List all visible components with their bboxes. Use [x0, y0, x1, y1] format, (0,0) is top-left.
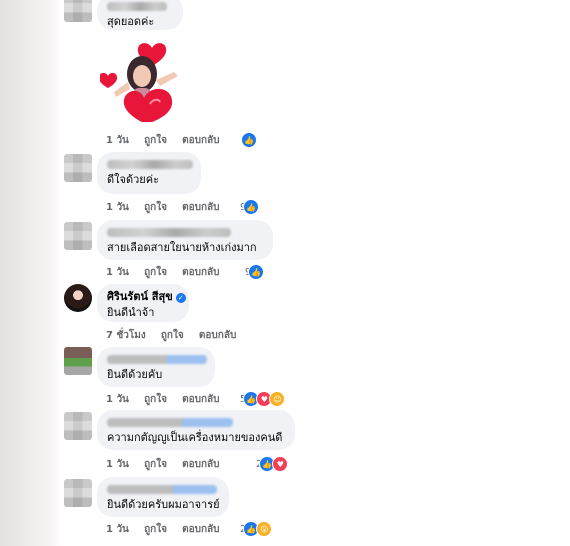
comment-text: ยินดีนำจ้า	[107, 306, 155, 319]
author-name-blurred[interactable]	[107, 485, 217, 494]
wow-reaction-icon: 😮	[256, 521, 273, 537]
reply-link[interactable]: ตอบกลับ	[182, 135, 219, 146]
reaction-summary[interactable]: 👍	[239, 132, 257, 148]
comment-time[interactable]: 1 วัน	[106, 394, 129, 405]
avatar-blurred[interactable]	[64, 479, 92, 507]
reaction-summary[interactable]: 9 👍	[240, 199, 260, 215]
comment-text: ความกตัญญูเป็นเครื่องหมายของคนดี	[107, 431, 283, 444]
comment-time[interactable]: 7 ชั่วโมง	[106, 330, 146, 341]
comment-time[interactable]: 1 วัน	[106, 459, 129, 470]
avatar-blurred[interactable]	[64, 154, 92, 182]
reply-link[interactable]: ตอบกลับ	[182, 459, 219, 470]
avatar-blurred[interactable]	[64, 347, 92, 375]
comment-bubble: ยินดีด้วยคับ	[97, 347, 215, 387]
like-link[interactable]: ถูกใจ	[144, 459, 167, 470]
comment-time[interactable]: 1 วัน	[106, 267, 129, 278]
author-name-blurred[interactable]	[107, 355, 207, 364]
avatar-blurred[interactable]	[64, 222, 92, 250]
comment-text: ดีใจด้วยค่ะ	[107, 173, 159, 186]
haha-reaction-icon: ☺	[269, 391, 286, 407]
avatar-blurred[interactable]	[64, 412, 92, 440]
like-reaction-icon: 👍	[241, 132, 257, 148]
avatar-photo[interactable]	[64, 284, 92, 312]
reaction-summary[interactable]: 2 👍 😮	[240, 521, 273, 537]
like-link[interactable]: ถูกใจ	[144, 394, 167, 405]
reply-link[interactable]: ตอบกลับ	[182, 394, 219, 405]
reply-link[interactable]: ตอบกลับ	[199, 330, 236, 341]
comment-actions: 1 วัน ถูกใจ ตอบกลับ	[106, 200, 232, 215]
love-reaction-icon: ♥	[272, 456, 289, 472]
comment-actions: 1 วัน ถูกใจ ตอบกลับ	[106, 522, 232, 537]
like-link[interactable]: ถูกใจ	[144, 135, 167, 146]
comment-bubble: ดีใจด้วยค่ะ	[97, 152, 201, 194]
like-link[interactable]: ถูกใจ	[144, 267, 167, 278]
comment-time[interactable]: 1 วัน	[106, 524, 129, 535]
comment-text: ยินดีด้วยครับผมอาจารย์	[107, 498, 220, 511]
reaction-summary[interactable]: 5 👍 ♥ ☺	[240, 391, 286, 407]
author-name[interactable]: ศิรินรัตน์ สีสุข	[107, 290, 173, 303]
comment-actions: 7 ชั่วโมง ถูกใจ ตอบกลับ	[106, 328, 248, 343]
comment-text: สุดยอดค่ะ	[107, 15, 155, 28]
like-link[interactable]: ถูกใจ	[144, 524, 167, 535]
like-reaction-icon: 👍	[248, 264, 265, 280]
reply-link[interactable]: ตอบกลับ	[182, 202, 219, 213]
like-link[interactable]: ถูกใจ	[144, 202, 167, 213]
reply-link[interactable]: ตอบกลับ	[182, 267, 219, 278]
reply-link[interactable]: ตอบกลับ	[182, 524, 219, 535]
comment-bubble: ยินดีด้วยครับผมอาจารย์	[97, 477, 229, 517]
comment-actions: 1 วัน ถูกใจ ตอบกลับ	[106, 392, 232, 407]
author-name-blurred[interactable]	[107, 418, 233, 427]
comment-actions: 1 วัน ถูกใจ ตอบกลับ	[106, 133, 232, 148]
author-name-blurred[interactable]	[107, 2, 167, 11]
sticker-girl-hearts	[100, 43, 178, 122]
comment-actions: 1 วัน ถูกใจ ตอบกลับ	[106, 265, 232, 280]
comment-time[interactable]: 1 วัน	[106, 135, 129, 146]
comment-bubble: ศิรินรัตน์ สีสุข ✓ ยินดีนำจ้า	[97, 284, 189, 322]
comment-bubble: สุดยอดค่ะ	[97, 0, 183, 30]
comment-bubble: ความกตัญญูเป็นเครื่องหมายของคนดี	[97, 410, 295, 450]
comment-bubble: สายเลือดสายใยนายห้างเก่งมาก	[97, 220, 273, 260]
like-link[interactable]: ถูกใจ	[161, 330, 184, 341]
author-name-blurred[interactable]	[107, 160, 193, 169]
verified-badge-icon: ✓	[175, 293, 186, 303]
comment-text: สายเลือดสายใยนายห้างเก่งมาก	[107, 241, 257, 254]
avatar-blurred[interactable]	[64, 0, 92, 22]
reaction-summary[interactable]: 9 👍	[245, 264, 265, 280]
left-background-panel	[0, 0, 62, 546]
comment-text: ยินดีด้วยคับ	[107, 368, 163, 381]
comment-actions: 1 วัน ถูกใจ ตอบกลับ	[106, 457, 232, 472]
author-name-blurred[interactable]	[107, 228, 231, 237]
reaction-summary[interactable]: 2 👍 ♥	[256, 456, 289, 472]
like-reaction-icon: 👍	[243, 199, 260, 215]
comment-time[interactable]: 1 วัน	[106, 202, 129, 213]
